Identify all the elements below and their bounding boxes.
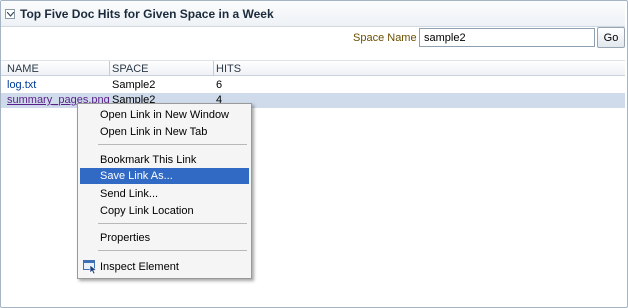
column-header-name[interactable]: NAME	[7, 63, 39, 75]
menu-item-properties[interactable]: Properties	[80, 230, 249, 246]
column-divider[interactable]	[109, 61, 110, 76]
doc-name-link[interactable]: log.txt	[7, 79, 36, 91]
menu-item-open-new-tab[interactable]: Open Link in New Tab	[80, 124, 249, 140]
menu-item-bookmark-link[interactable]: Bookmark This Link	[80, 152, 249, 168]
panel-header: Top Five Doc Hits for Given Space in a W…	[1, 1, 625, 27]
context-menu: Open Link in New Window Open Link in New…	[77, 103, 252, 279]
hits-cell: 6	[216, 79, 223, 91]
search-bar: Space Name Go	[0, 27, 626, 51]
space-cell: Sample2	[112, 79, 156, 91]
menu-item-open-new-window[interactable]: Open Link in New Window	[80, 107, 249, 123]
column-header-hits[interactable]: HITS	[216, 63, 241, 75]
chevron-down-icon	[7, 12, 14, 17]
space-name-input[interactable]	[419, 28, 595, 47]
table-row[interactable]: log.txt Sample2 6	[1, 78, 625, 93]
inspect-element-icon	[83, 260, 98, 274]
column-divider[interactable]	[213, 61, 214, 76]
menu-item-send-link[interactable]: Send Link...	[80, 186, 249, 202]
table-header: NAME SPACE HITS	[1, 60, 625, 76]
column-header-space[interactable]: SPACE	[112, 63, 148, 75]
go-button[interactable]: Go	[597, 27, 625, 48]
menu-item-save-link-as[interactable]: Save Link As...	[80, 168, 249, 184]
menu-separator	[98, 144, 247, 145]
panel-title: Top Five Doc Hits for Given Space in a W…	[20, 7, 274, 21]
menu-item-inspect-element[interactable]: Inspect Element	[80, 259, 249, 275]
menu-separator	[98, 223, 247, 224]
menu-item-copy-link-location[interactable]: Copy Link Location	[80, 203, 249, 219]
space-name-label: Space Name	[353, 32, 417, 44]
collapse-toggle[interactable]	[5, 9, 15, 19]
menu-separator	[98, 250, 247, 251]
